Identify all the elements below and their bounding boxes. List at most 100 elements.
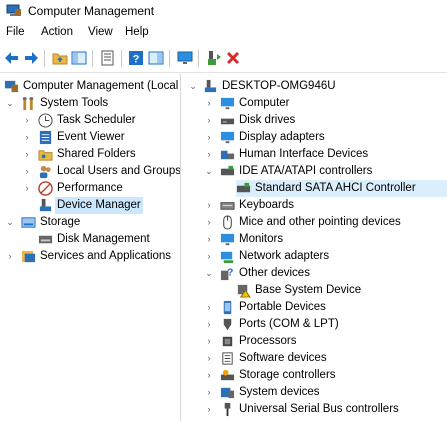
- device-category-display-adapters[interactable]: › Display adapters: [184, 129, 447, 146]
- chevron-right-icon[interactable]: ›: [204, 248, 214, 265]
- chevron-right-icon[interactable]: ›: [204, 146, 214, 163]
- tree-label: Software devices: [239, 352, 327, 364]
- device-category-disk-drives[interactable]: › Disk drives: [184, 112, 447, 129]
- forward-icon[interactable]: [23, 50, 39, 66]
- tree-label: Monitors: [239, 233, 284, 245]
- tree-label: System devices: [239, 386, 320, 398]
- chevron-right-icon[interactable]: ›: [204, 316, 214, 333]
- chevron-down-icon[interactable]: ⌄: [5, 214, 15, 231]
- device-category-ports[interactable]: › Ports (COM & LPT): [184, 316, 447, 333]
- tree-label: DESKTOP-OMG946U: [222, 80, 336, 92]
- device-item-sata[interactable]: Standard SATA AHCI Controller: [236, 180, 447, 197]
- tree-item-computer-management[interactable]: Computer Management (Local: [0, 78, 180, 95]
- monitor-icon: [220, 233, 235, 246]
- chevron-right-icon[interactable]: ›: [204, 333, 214, 350]
- tree-label: Local Users and Groups: [57, 165, 181, 177]
- uninstall-icon[interactable]: [225, 50, 241, 66]
- system-device-icon: [220, 387, 235, 399]
- chevron-right-icon[interactable]: ›: [204, 350, 214, 367]
- help-icon[interactable]: ?: [128, 50, 144, 66]
- menu-view[interactable]: View: [88, 26, 113, 38]
- usb-icon: [224, 402, 231, 417]
- properties-icon[interactable]: [148, 50, 164, 66]
- console-tree: Computer Management (Local ⌄ System Tool…: [0, 74, 181, 421]
- chevron-right-icon[interactable]: ›: [22, 112, 32, 129]
- menu-action[interactable]: Action: [41, 26, 73, 38]
- update-driver-icon[interactable]: [206, 50, 222, 66]
- export-icon[interactable]: [100, 50, 116, 66]
- device-root[interactable]: ⌄ DESKTOP-OMG946U: [184, 78, 447, 95]
- chevron-down-icon[interactable]: ⌄: [188, 78, 198, 95]
- ide-controller-icon: [220, 165, 235, 176]
- tree-label: Display adapters: [239, 131, 325, 143]
- software-device-icon: [222, 352, 233, 365]
- console-tree-icon[interactable]: [71, 50, 87, 66]
- device-category-ide[interactable]: ⌄ IDE ATA/ATAPI controllers: [184, 163, 447, 180]
- toolbar-separator: [169, 50, 170, 67]
- tree-label: Device Manager: [55, 197, 143, 214]
- device-category-portable[interactable]: › Portable Devices: [184, 299, 447, 316]
- tree-label: Other devices: [239, 267, 310, 279]
- device-category-processors[interactable]: › Processors: [184, 333, 447, 350]
- tree-label: Event Viewer: [57, 131, 125, 143]
- tree-label: Processors: [239, 335, 297, 347]
- device-category-keyboards[interactable]: › Keyboards: [184, 197, 447, 214]
- back-icon[interactable]: [4, 50, 20, 66]
- disk-management-icon: [38, 235, 53, 244]
- tree-item-task-scheduler[interactable]: › Task Scheduler: [0, 112, 180, 129]
- chevron-right-icon[interactable]: ›: [204, 95, 214, 112]
- performance-icon: [38, 181, 53, 196]
- device-category-storage-controllers[interactable]: › Storage controllers: [184, 367, 447, 384]
- chevron-right-icon[interactable]: ›: [204, 214, 214, 231]
- device-item-base-system[interactable]: Base System Device: [236, 282, 447, 299]
- menu-help[interactable]: Help: [125, 26, 149, 38]
- tree-item-storage[interactable]: ⌄ Storage: [0, 214, 180, 231]
- storage-controller-icon: [220, 369, 235, 381]
- chevron-right-icon[interactable]: ›: [22, 180, 32, 197]
- device-category-monitors[interactable]: › Monitors: [184, 231, 447, 248]
- device-category-usb[interactable]: › Universal Serial Bus controllers: [184, 401, 447, 418]
- warning-device-icon: [237, 284, 251, 298]
- chevron-right-icon[interactable]: ›: [204, 231, 214, 248]
- tree-item-event-viewer[interactable]: › Event Viewer: [0, 129, 180, 146]
- tree-item-performance[interactable]: › Performance: [0, 180, 180, 197]
- device-category-software[interactable]: › Software devices: [184, 350, 447, 367]
- chevron-right-icon[interactable]: ›: [204, 384, 214, 401]
- chevron-right-icon[interactable]: ›: [204, 112, 214, 129]
- chevron-right-icon[interactable]: ›: [204, 367, 214, 384]
- tree-item-device-manager[interactable]: Device Manager: [0, 197, 180, 214]
- chevron-down-icon[interactable]: ⌄: [204, 265, 214, 282]
- device-category-network[interactable]: › Network adapters: [184, 248, 447, 265]
- tree-label: Task Scheduler: [57, 114, 136, 126]
- device-category-mice[interactable]: › Mice and other pointing devices: [184, 214, 447, 231]
- tree-label: Base System Device: [255, 284, 362, 296]
- tree-item-disk-management[interactable]: Disk Management: [0, 231, 180, 248]
- up-folder-icon[interactable]: [52, 50, 68, 66]
- chevron-down-icon[interactable]: ⌄: [204, 163, 214, 180]
- tree-item-system-tools[interactable]: ⌄ System Tools: [0, 95, 180, 112]
- chevron-right-icon[interactable]: ›: [22, 146, 32, 163]
- chevron-right-icon[interactable]: ›: [22, 129, 32, 146]
- toolbar: ?: [0, 44, 447, 73]
- tools-icon: [22, 96, 34, 111]
- chevron-down-icon[interactable]: ⌄: [5, 95, 15, 112]
- tree-item-shared-folders[interactable]: › Shared Folders: [0, 146, 180, 163]
- device-category-hid[interactable]: › Human Interface Devices: [184, 146, 447, 163]
- chevron-right-icon[interactable]: ›: [22, 163, 32, 180]
- device-category-computer[interactable]: › Computer: [184, 95, 447, 112]
- computer-management-icon: [4, 80, 19, 93]
- tree-item-services[interactable]: › Services and Applications: [0, 248, 180, 265]
- chevron-right-icon[interactable]: ›: [204, 197, 214, 214]
- chevron-right-icon[interactable]: ›: [204, 129, 214, 146]
- tree-label: Disk drives: [239, 114, 296, 126]
- device-category-other[interactable]: ⌄ ? Other devices: [184, 265, 447, 282]
- tree-item-local-users[interactable]: › Local Users and Groups: [0, 163, 180, 180]
- chevron-right-icon[interactable]: ›: [204, 299, 214, 316]
- computer-management-icon: [6, 4, 21, 16]
- chevron-right-icon[interactable]: ›: [5, 248, 15, 265]
- monitor-icon[interactable]: [177, 50, 193, 66]
- shared-folder-icon: [38, 150, 53, 161]
- menu-file[interactable]: File: [6, 26, 25, 38]
- chevron-right-icon[interactable]: ›: [204, 401, 214, 418]
- device-category-system-devices[interactable]: › System devices: [184, 384, 447, 401]
